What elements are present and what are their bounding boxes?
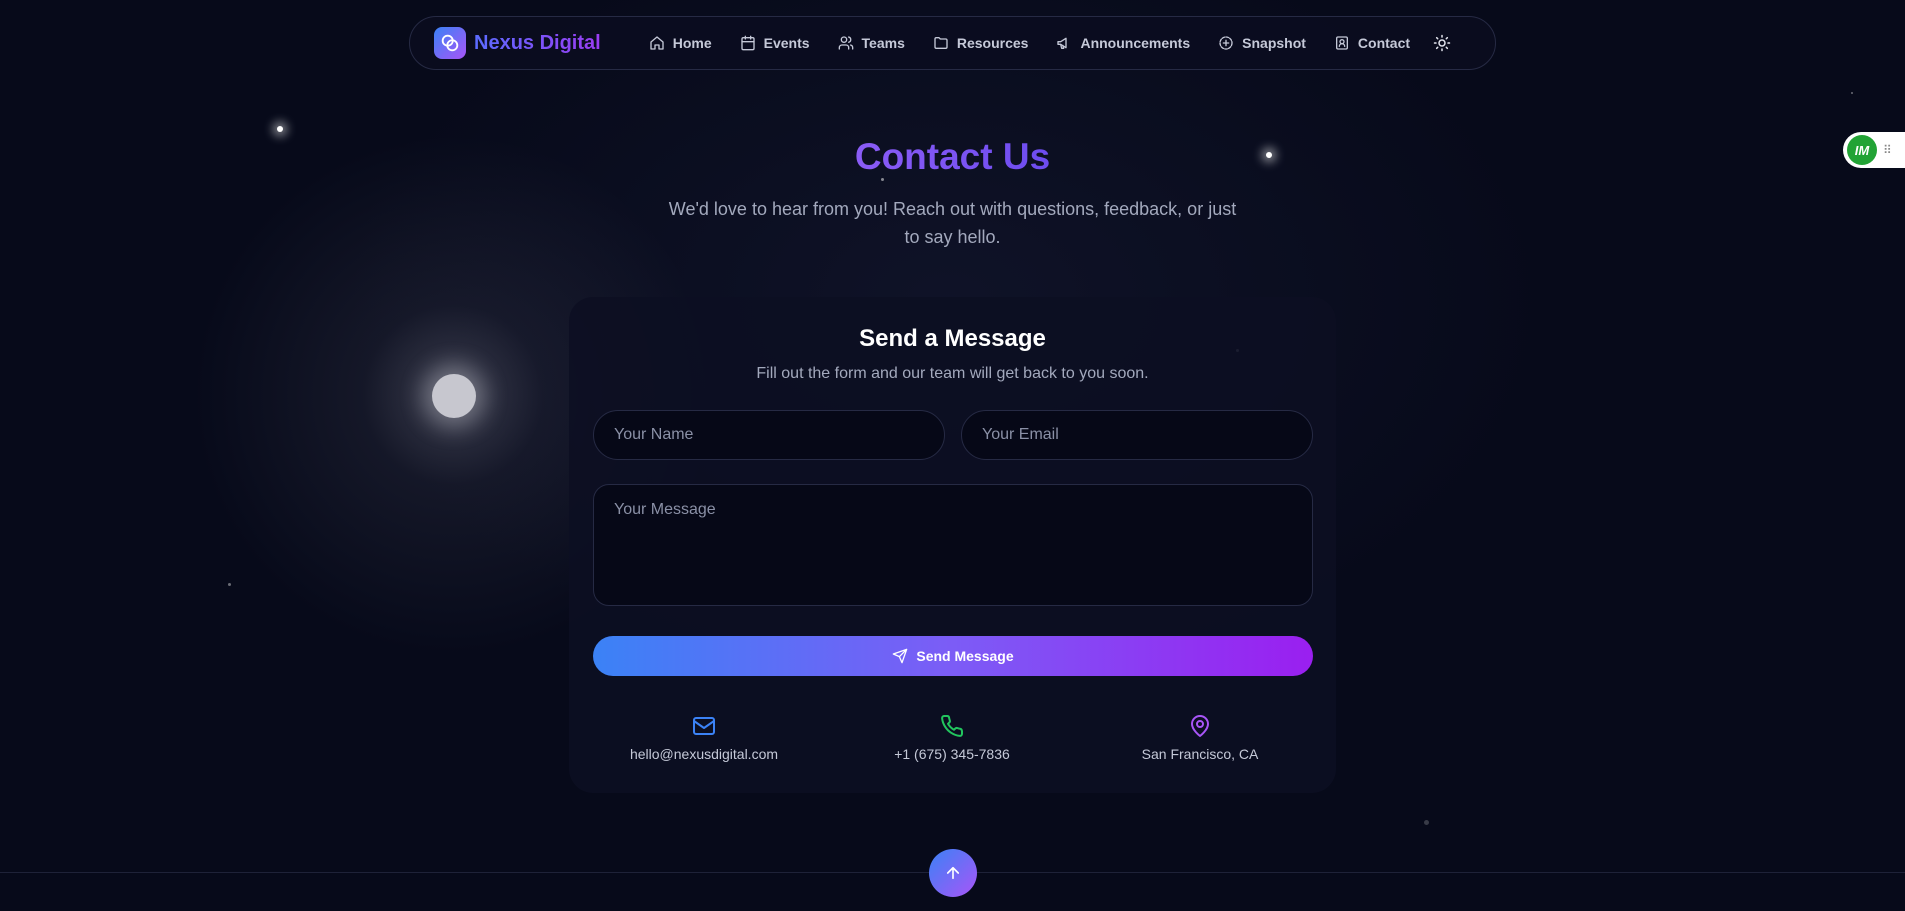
nav-item-label: Snapshot	[1242, 35, 1306, 51]
send-button-label: Send Message	[916, 648, 1014, 664]
star-decoration	[881, 178, 884, 181]
calendar-icon	[740, 35, 755, 51]
top-navbar: Nexus Digital Home Events Teams Resource…	[409, 16, 1496, 70]
nav-item-snapshot[interactable]: Snapshot	[1218, 35, 1306, 51]
contact-location-info: San Francisco, CA	[1100, 714, 1300, 762]
contact-location-text: San Francisco, CA	[1141, 746, 1259, 762]
nav-item-label: Contact	[1357, 35, 1411, 51]
phone-icon	[941, 714, 964, 737]
contact-email-info: hello@nexusdigital.com	[604, 714, 804, 762]
rings-icon	[434, 27, 466, 59]
megaphone-icon	[1057, 37, 1068, 49]
contact-icon	[1335, 36, 1348, 50]
star-decoration	[228, 583, 231, 586]
scroll-to-top-button[interactable]	[929, 849, 977, 897]
contact-email-text[interactable]: hello@nexusdigital.com	[604, 746, 804, 762]
nav-item-label: Events	[763, 35, 810, 51]
folder-icon	[934, 37, 948, 49]
name-input[interactable]	[593, 410, 945, 460]
contact-phone-info: +1 (675) 345-7836	[852, 714, 1052, 762]
moon-decoration	[432, 374, 476, 418]
brand-link[interactable]: Nexus Digital	[434, 27, 601, 59]
message-textarea[interactable]	[593, 484, 1313, 606]
nav-item-resources[interactable]: Resources	[933, 35, 1029, 51]
nav-item-events[interactable]: Events	[740, 35, 810, 51]
page-title: Contact Us	[854, 136, 1051, 177]
star-decoration	[1424, 820, 1429, 825]
extension-logo-icon: IM	[1847, 135, 1877, 165]
theme-toggle-button[interactable]	[1433, 34, 1451, 57]
nav-item-label: Resources	[956, 35, 1029, 51]
brand-name: Nexus Digital	[474, 31, 601, 54]
nav-links: Home Events Teams Resources Announcement…	[649, 35, 1438, 51]
map-pin-icon	[1191, 715, 1209, 737]
form-subtitle: Fill out the form and our team will get …	[756, 365, 1149, 382]
nav-item-label: Announcements	[1080, 35, 1191, 51]
email-input[interactable]	[961, 410, 1313, 460]
drag-handle-icon[interactable]: ⠿	[1883, 143, 1892, 157]
users-icon	[838, 36, 853, 50]
contact-form-card: Send a Message Fill out the form and our…	[569, 297, 1336, 793]
nav-item-label: Home	[672, 35, 712, 51]
nav-item-home[interactable]: Home	[649, 35, 712, 51]
contact-phone-text[interactable]: +1 (675) 345-7836	[852, 746, 1052, 762]
star-decoration	[1851, 92, 1853, 94]
snapshot-icon	[1219, 36, 1233, 50]
nav-item-teams[interactable]: Teams	[838, 35, 905, 51]
sun-icon	[1433, 34, 1451, 52]
arrow-up-icon	[946, 866, 960, 880]
send-message-button[interactable]: Send Message	[593, 636, 1313, 676]
nav-item-announcements[interactable]: Announcements	[1056, 35, 1190, 51]
star-decoration	[277, 126, 283, 132]
send-icon	[893, 648, 908, 664]
extension-widget[interactable]: IM ⠿	[1843, 132, 1905, 168]
mail-icon	[693, 717, 715, 735]
nav-item-contact[interactable]: Contact	[1334, 35, 1410, 51]
form-title: Send a Message	[859, 325, 1046, 352]
nav-item-label: Teams	[861, 35, 905, 51]
home-icon	[650, 36, 664, 50]
page-subtitle: We'd love to hear from you! Reach out wi…	[668, 199, 1237, 247]
